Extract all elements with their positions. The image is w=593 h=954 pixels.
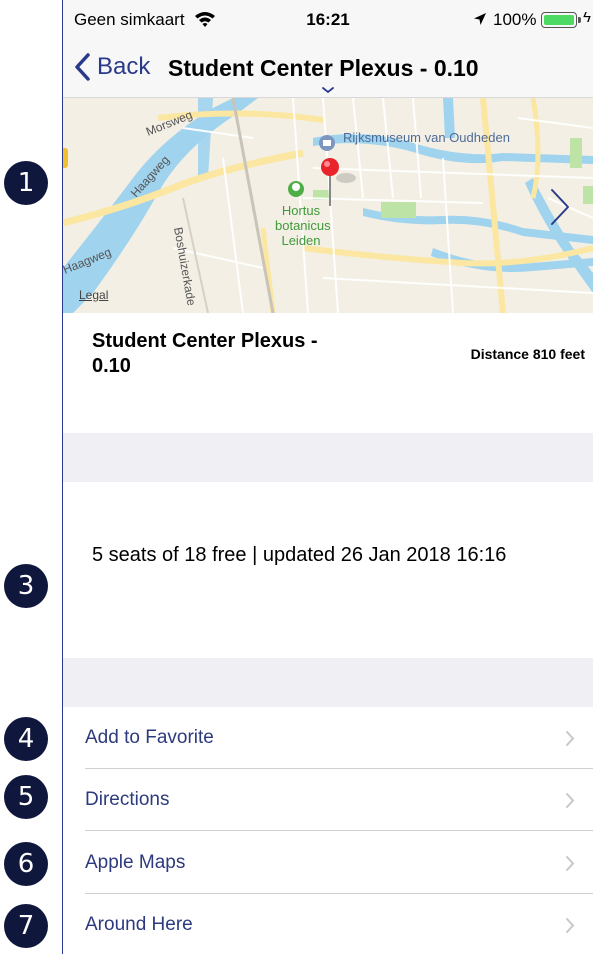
around-here-row[interactable]: Around Here — [63, 894, 593, 954]
seats-status: 5 seats of 18 free | updated 26 Jan 2018… — [92, 544, 507, 566]
callout-6: 6 — [4, 842, 48, 886]
navigation-bar: Back Student Center Plexus - 0.10 — [63, 40, 593, 98]
chevron-right-icon — [566, 918, 575, 933]
section-separator — [63, 433, 593, 482]
battery-percent: 100% — [493, 10, 537, 29]
directions-label: Directions — [85, 789, 170, 810]
map-edge-marker — [63, 148, 68, 168]
map-base: Morsweg Haagweg Haagweg Boshuizerkade — [63, 98, 593, 313]
back-button[interactable]: Back — [73, 52, 150, 82]
status-bar: Geen simkaart 16:21 100% ϟ — [63, 0, 593, 40]
back-label: Back — [97, 53, 151, 80]
chevron-right-icon — [566, 731, 575, 746]
callout-5: 5 — [4, 775, 48, 819]
callout-7: 7 — [4, 904, 48, 948]
place-header: Student Center Plexus - 0.10 Distance 81… — [63, 313, 593, 433]
page-title: Student Center Plexus - 0.10 — [168, 55, 479, 81]
add-to-favorite-label: Add to Favorite — [85, 727, 214, 748]
map-label-hortus: Hortus botanicus Leiden — [275, 203, 331, 248]
battery-icon — [541, 12, 577, 28]
phone-screen: Geen simkaart 16:21 100% ϟ Back Student … — [63, 0, 593, 954]
apple-maps-row[interactable]: Apple Maps — [63, 832, 593, 894]
map-view[interactable]: Morsweg Haagweg Haagweg Boshuizerkade Ri… — [63, 98, 593, 313]
location-arrow-icon — [474, 13, 486, 25]
callout-3: 3 — [4, 564, 48, 608]
map-legal-link[interactable]: Legal — [79, 288, 108, 302]
around-here-label: Around Here — [85, 914, 193, 935]
map-label-museum: Rijksmuseum van Oudheden — [343, 130, 510, 145]
callout-1: 1 — [4, 161, 48, 205]
chevron-right-icon — [566, 793, 575, 808]
chevron-left-icon — [75, 53, 90, 81]
seats-section: 5 seats of 18 free | updated 26 Jan 2018… — [63, 482, 593, 658]
chevron-right-icon — [566, 856, 575, 871]
callout-4: 4 — [4, 717, 48, 761]
add-to-favorite-row[interactable]: Add to Favorite — [63, 707, 593, 769]
charging-icon: ϟ — [583, 9, 591, 26]
section-separator — [63, 658, 593, 707]
place-name: Student Center Plexus - 0.10 — [92, 330, 318, 377]
battery-nub — [578, 17, 581, 23]
chevron-down-icon[interactable] — [321, 86, 335, 94]
row-divider — [85, 830, 593, 831]
place-distance: Distance 810 feet — [470, 346, 585, 362]
apple-maps-label: Apple Maps — [85, 852, 186, 873]
directions-row[interactable]: Directions — [63, 769, 593, 831]
chevron-right-icon[interactable] — [548, 186, 572, 228]
